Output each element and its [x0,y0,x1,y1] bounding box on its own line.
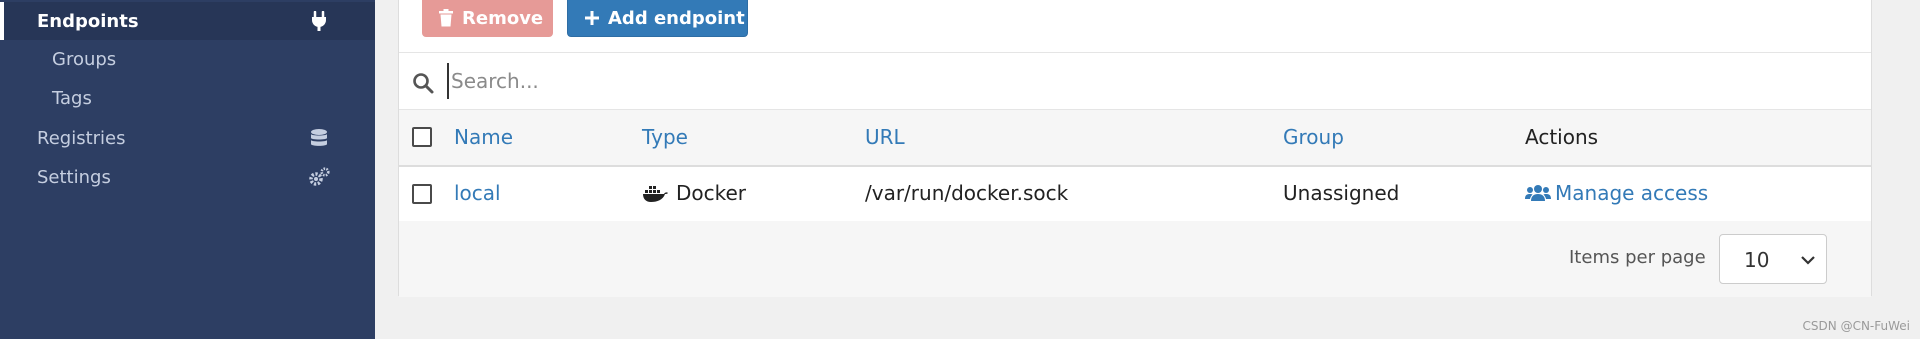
trash-icon [439,9,453,27]
manage-access-label: Manage access [1555,181,1709,205]
search-icon [413,73,434,94]
remove-button[interactable]: Remove [422,0,553,37]
sidebar-item-label: Settings [37,166,111,188]
add-endpoint-button[interactable]: Add endpoint [567,0,748,37]
column-header-url[interactable]: URL [865,125,905,149]
plug-icon [308,11,330,31]
sidebar: Endpoints Groups Tags Registries Setting… [0,0,375,339]
endpoint-type-label: Docker [676,181,747,205]
sidebar-item-settings[interactable]: Settings [0,158,375,196]
items-per-page-label: Items per page [1569,247,1706,268]
endpoint-url: /var/run/docker.sock [865,181,1069,205]
cogs-icon [308,167,330,187]
add-endpoint-button-label: Add endpoint [608,7,745,29]
column-header-group[interactable]: Group [1283,125,1344,149]
docker-icon [643,186,668,202]
sidebar-item-label: Registries [37,127,126,149]
items-per-page-select[interactable]: 10 [1719,234,1827,284]
endpoint-type: Docker [642,181,746,205]
table-footer: Items per page 10 [399,221,1871,297]
sidebar-item-registries[interactable]: Registries [0,119,375,157]
sidebar-item-tags[interactable]: Tags [0,79,375,117]
search-bar [399,52,1871,110]
table-header: Name Type URL Group Actions [399,110,1871,167]
table-row: local Docker /var/run/docker.sock Unassi… [399,167,1871,221]
sidebar-item-endpoints[interactable]: Endpoints [0,2,375,40]
sidebar-item-label: Groups [52,48,117,70]
endpoint-group: Unassigned [1283,181,1400,205]
column-header-name[interactable]: Name [454,125,513,149]
endpoints-panel: Remove Add endpoint Name Type URL Group … [398,0,1872,297]
row-checkbox[interactable] [412,184,432,204]
select-all-checkbox[interactable] [412,127,432,147]
items-per-page-value: 10 [1744,248,1770,272]
manage-access-link[interactable]: Manage access [1525,181,1708,205]
sidebar-item-groups[interactable]: Groups [0,40,375,78]
sidebar-item-label: Endpoints [37,10,139,32]
endpoint-name-link[interactable]: local [454,181,501,205]
database-icon [308,128,330,148]
watermark: CSDN @CN-FuWei [1802,319,1910,333]
sidebar-item-label: Tags [52,87,92,109]
search-input[interactable] [447,63,1851,99]
chevron-down-icon [1801,256,1815,265]
remove-button-label: Remove [462,7,544,29]
column-header-actions: Actions [1525,125,1599,149]
column-header-type[interactable]: Type [642,125,688,149]
plus-icon [585,11,599,25]
users-icon [1525,185,1551,201]
